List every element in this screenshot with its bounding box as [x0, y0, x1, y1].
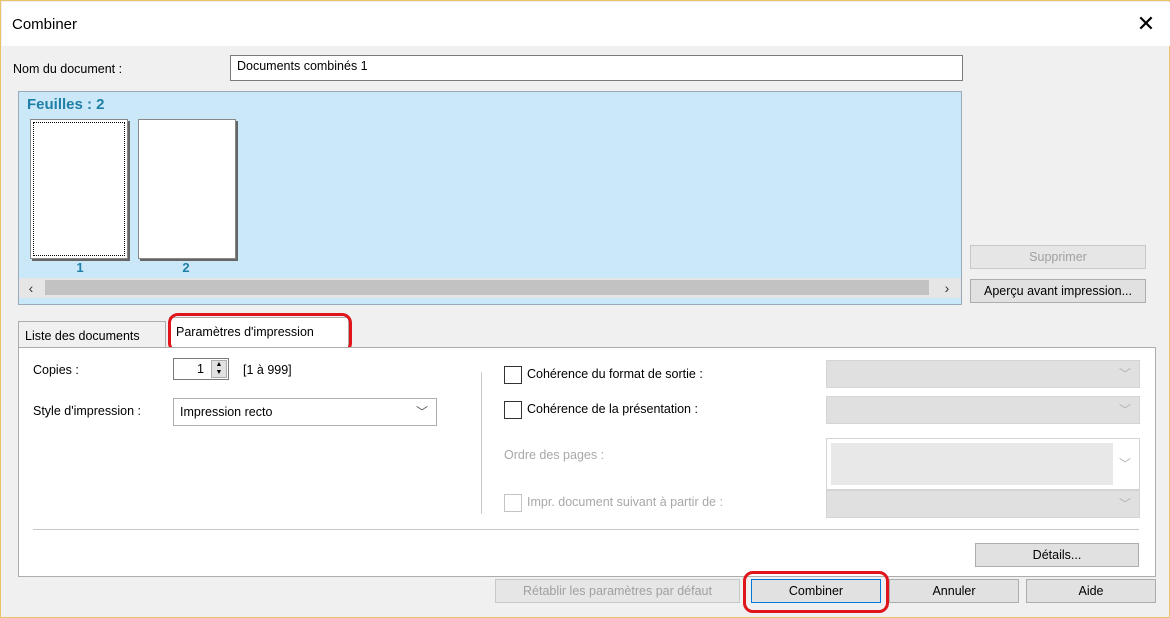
help-button[interactable]: Aide: [1026, 579, 1156, 603]
presentation-select[interactable]: ﹀: [826, 396, 1140, 424]
delete-button[interactable]: Supprimer: [970, 245, 1146, 269]
next-document-checkbox[interactable]: [504, 494, 522, 512]
print-style-value: Impression recto: [180, 405, 273, 419]
output-format-select[interactable]: ﹀: [826, 360, 1140, 388]
combine-highlight-box: [743, 571, 889, 613]
vertical-divider: [481, 372, 482, 514]
window-title: Combiner: [12, 16, 78, 33]
horizontal-scrollbar[interactable]: ‹ ›: [19, 278, 961, 298]
presentation-label: Cohérence de la présentation :: [527, 402, 698, 416]
document-name-input[interactable]: Documents combinés 1: [230, 55, 963, 81]
chevron-down-icon: ﹀: [1118, 403, 1131, 417]
sheet-number-2: 2: [182, 260, 190, 275]
spinner-icon[interactable]: ▲ ▼: [211, 360, 227, 378]
copies-range: [1 à 999]: [243, 363, 292, 377]
details-button[interactable]: Détails...: [975, 543, 1139, 567]
reset-defaults-button[interactable]: Rétablir les paramètres par défaut: [495, 579, 740, 603]
sheets-count-title: Feuilles : 2: [27, 96, 105, 113]
chevron-down-icon: ﹀: [1118, 367, 1131, 381]
next-document-label: Impr. document suivant à partir de :: [527, 495, 723, 509]
sheet-thumbnail-1[interactable]: [30, 119, 128, 259]
page-order-label: Ordre des pages :: [504, 448, 605, 462]
sheet-thumbnail-2[interactable]: [138, 119, 236, 259]
presentation-checkbox[interactable]: [504, 401, 522, 419]
page-order-select[interactable]: ﹀: [826, 438, 1140, 490]
scroll-right-icon[interactable]: ›: [937, 278, 957, 298]
horizontal-divider: [33, 529, 1139, 530]
scrollbar-thumb[interactable]: [45, 280, 929, 295]
cancel-button[interactable]: Annuler: [889, 579, 1019, 603]
output-format-checkbox[interactable]: [504, 366, 522, 384]
chevron-down-icon: ﹀: [1118, 497, 1131, 511]
chevron-down-icon: ﹀: [1118, 457, 1131, 471]
close-icon[interactable]: ✕: [1130, 10, 1162, 38]
page-order-field: [831, 443, 1113, 485]
scroll-left-icon[interactable]: ‹: [21, 278, 41, 298]
output-format-label: Cohérence du format de sortie :: [527, 367, 703, 381]
copies-label: Copies :: [33, 363, 79, 377]
sheet-number-1: 1: [76, 260, 84, 275]
print-preview-button[interactable]: Aperçu avant impression...: [970, 279, 1146, 303]
chevron-down-icon: ﹀: [415, 405, 428, 419]
print-style-select[interactable]: Impression recto ﹀: [173, 398, 437, 426]
print-style-label: Style d'impression :: [33, 404, 141, 418]
combiner-dialog: Combiner ✕ Nom du document : Documents c…: [0, 0, 1170, 618]
sheets-pane: Feuilles : 2 1 2 ‹ ›: [18, 91, 962, 305]
next-document-select[interactable]: ﹀: [826, 490, 1140, 518]
title-bar: Combiner ✕: [2, 2, 1170, 46]
print-settings-panel: Copies : 1 ▲ ▼ [1 à 999] Style d'impressi…: [18, 347, 1156, 577]
document-name-label: Nom du document :: [13, 62, 123, 76]
